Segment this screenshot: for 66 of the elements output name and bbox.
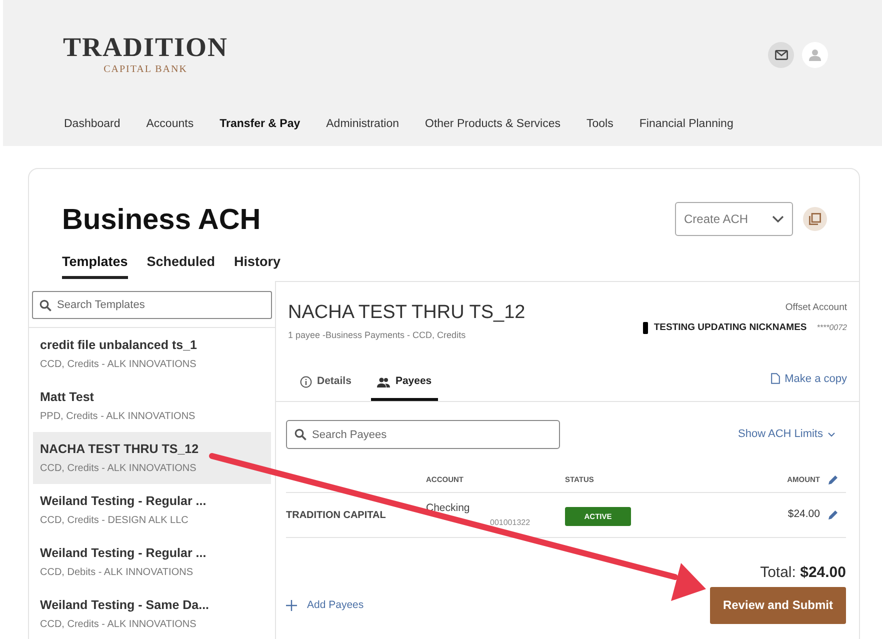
template-item[interactable]: Weiland Testing - Same Da... CCD, Credits - ALK INNOVATIONS xyxy=(33,588,271,639)
nav-link[interactable]: Dashboard xyxy=(64,116,120,134)
amount: $24.00 xyxy=(788,507,820,522)
offset-label: Offset Account xyxy=(785,301,847,315)
payee-name: TRADITION CAPITAL xyxy=(286,508,387,522)
template-title: NACHA TEST THRU TS_12 xyxy=(288,301,526,325)
copy-button[interactable] xyxy=(803,207,827,231)
total-amount: Total: $24.00 xyxy=(760,563,846,583)
tab[interactable]: Scheduled xyxy=(146,252,216,280)
ach-limits-link[interactable]: Show ACH Limits xyxy=(738,426,835,443)
tab[interactable]: Templates xyxy=(62,252,128,280)
add-payees-link[interactable]: Add Payees xyxy=(286,598,364,614)
payee-search-field[interactable]: Search Payees xyxy=(286,420,560,449)
create-ach-select[interactable]: Create ACH xyxy=(675,202,793,236)
tab[interactable]: History xyxy=(234,252,281,280)
account-number: 001001322 xyxy=(489,516,532,529)
copy-icon xyxy=(809,213,821,225)
template-detail: CCD, Credits - ALK INNOVATIONS xyxy=(40,618,198,632)
template-detail: CCD, Credits - ALK INNOVATIONS xyxy=(40,358,198,372)
template-search-field[interactable]: Search Templates xyxy=(32,291,272,319)
offset-account-name: TESTING UPDATING NICKNAMES xyxy=(654,321,807,336)
plus-icon xyxy=(286,600,297,612)
mail-icon xyxy=(774,50,788,60)
search-icon xyxy=(39,299,52,312)
detail-tab[interactable]: Payees xyxy=(371,374,438,401)
template-detail: CCD, Credits - DESIGN ALK LLC xyxy=(40,514,190,528)
nav-link[interactable]: Accounts xyxy=(146,116,194,134)
detail-tab[interactable]: Details xyxy=(294,374,358,401)
nav-link[interactable]: Administration xyxy=(326,116,399,134)
info-icon xyxy=(300,376,312,388)
pencil-icon[interactable] xyxy=(827,509,839,521)
template-name: Weiland Testing - Regular ... xyxy=(40,493,208,510)
make-copy-link[interactable]: Make a copy xyxy=(770,370,847,401)
nav-link[interactable]: Financial Planning xyxy=(639,116,734,134)
template-name: Weiland Testing - Same Da... xyxy=(40,597,210,614)
document-icon xyxy=(770,373,780,384)
template-item[interactable]: NACHA TEST THRU TS_12 CCD, Credits - ALK INNOVATIONS xyxy=(33,432,271,484)
chevron-down-icon xyxy=(828,432,835,437)
pencil-icon[interactable] xyxy=(827,474,839,486)
template-name: NACHA TEST THRU TS_12 xyxy=(40,441,200,458)
account-type: Checking xyxy=(426,501,471,516)
mail-button[interactable] xyxy=(768,42,794,68)
template-item[interactable]: Matt Test PPD, Credits - ALK INNOVATIONS xyxy=(33,380,271,432)
people-icon xyxy=(377,376,390,388)
user-icon xyxy=(809,49,821,61)
template-name: credit file unbalanced ts_1 xyxy=(40,337,198,354)
logo-subtitle: CAPITAL BANK xyxy=(104,63,188,77)
logo-name: TRADITION xyxy=(63,32,228,62)
template-item[interactable]: Weiland Testing - Regular ... CCD, Debits - ALK INNOVATIONS xyxy=(33,536,271,588)
chevron-down-icon xyxy=(772,215,784,223)
nav-link[interactable]: Other Products & Services xyxy=(425,116,560,134)
page-title: Business ACH xyxy=(62,203,261,238)
template-detail: CCD, Credits - ALK INNOVATIONS xyxy=(40,462,198,476)
nav-link[interactable]: Transfer & Pay xyxy=(220,116,300,134)
search-icon xyxy=(294,428,307,441)
template-subtitle: 1 payee -Business Payments - CCD, Credits xyxy=(288,329,467,342)
offset-account-number: ****0072 xyxy=(816,322,847,334)
template-detail: CCD, Debits - ALK INNOVATIONS xyxy=(40,566,194,580)
template-name: Matt Test xyxy=(40,389,95,406)
template-detail: PPD, Credits - ALK INNOVATIONS xyxy=(40,410,196,424)
template-item[interactable]: Weiland Testing - Regular ... CCD, Credits - DESIGN ALK LLC xyxy=(33,484,271,536)
template-item[interactable]: credit file unbalanced ts_1 CCD, Credits - ALK INNOVATIONS xyxy=(33,328,271,380)
account-color-bar xyxy=(642,322,648,334)
nav-link[interactable]: Tools xyxy=(586,116,614,134)
template-name: Weiland Testing - Regular ... xyxy=(40,545,208,562)
review-submit-button[interactable]: Review and Submit xyxy=(710,586,846,624)
